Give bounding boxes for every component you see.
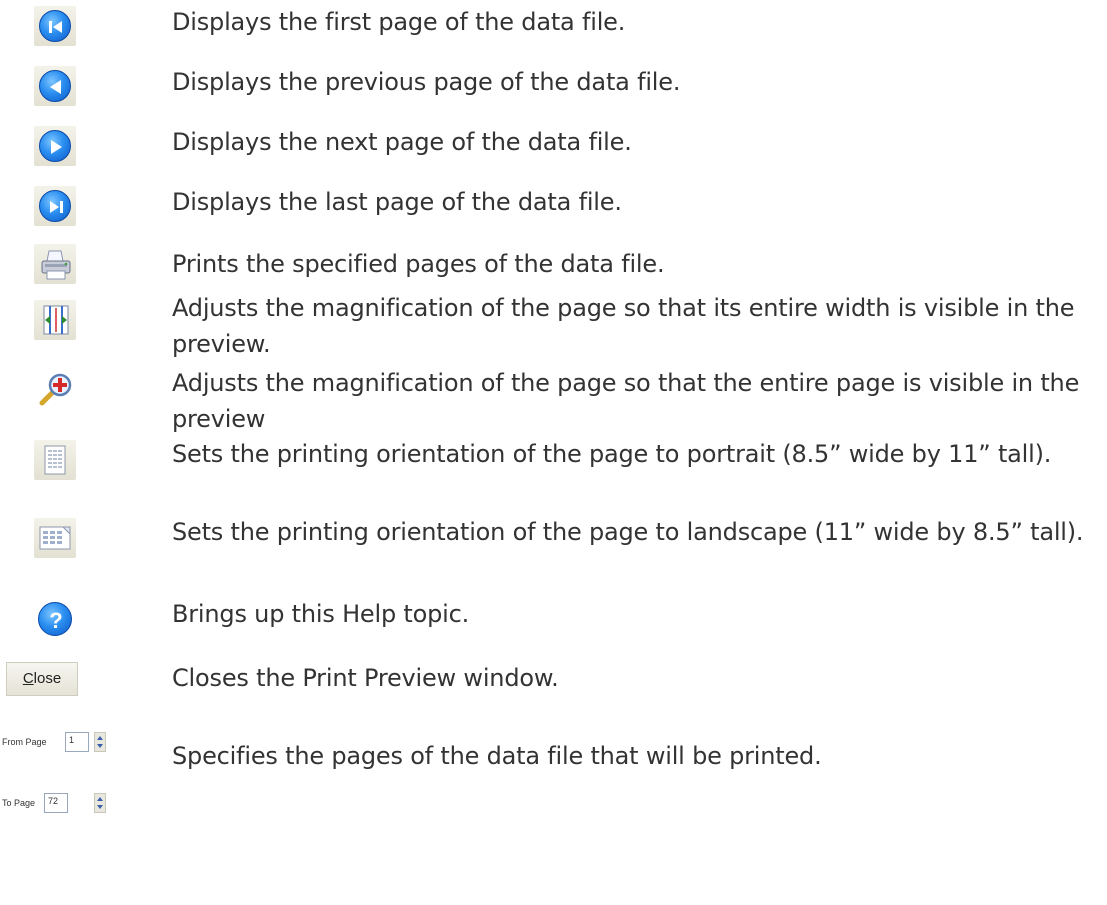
help-button[interactable]: ? — [30, 600, 92, 640]
to-page-label: To Page — [2, 798, 36, 808]
close-button[interactable]: Close — [6, 662, 78, 696]
next-page-button[interactable] — [30, 126, 92, 166]
last-page-button[interactable] — [30, 186, 92, 226]
last-page-icon — [39, 190, 71, 222]
next-page-icon — [39, 130, 71, 162]
fit-width-button[interactable] — [30, 300, 92, 340]
first-page-button[interactable] — [30, 6, 92, 46]
portrait-button[interactable] — [30, 440, 92, 480]
fit-width-icon — [43, 305, 69, 335]
to-page-spinner[interactable] — [94, 793, 106, 813]
from-page-spinner[interactable] — [94, 732, 106, 752]
print-button[interactable] — [30, 244, 92, 284]
close-button-accesskey: C — [22, 670, 34, 687]
close-button-cell: Close — [6, 662, 86, 702]
landscape-icon — [39, 526, 71, 550]
printer-icon — [41, 250, 71, 280]
spin-up-icon — [97, 797, 103, 801]
from-page-input[interactable]: 1 — [65, 732, 89, 752]
legend-description: Brings up this Help topic. — [172, 600, 470, 628]
to-page-control: To Page 72 — [0, 793, 120, 815]
fit-page-button[interactable] — [30, 371, 92, 411]
spin-down-icon — [97, 744, 103, 748]
legend-description: Specifies the pages of the data file tha… — [172, 742, 822, 770]
legend-description: Displays the first page of the data file… — [172, 8, 626, 36]
legend-description: Sets the printing orientation of the pag… — [172, 518, 1084, 546]
from-page-label: From Page — [2, 737, 47, 747]
help-icon: ? — [38, 602, 72, 636]
previous-page-icon — [39, 70, 71, 102]
from-page-control: From Page 1 — [0, 732, 120, 754]
legend-description: Adjusts the magnification of the page so… — [172, 294, 1075, 358]
legend-description: Prints the specified pages of the data f… — [172, 250, 665, 278]
close-button-label-rest: lose — [33, 670, 62, 687]
svg-text:?: ? — [49, 608, 62, 633]
zoom-fit-page-icon — [39, 373, 72, 406]
legend-description: Displays the previous page of the data f… — [172, 68, 681, 96]
previous-page-button[interactable] — [30, 66, 92, 106]
legend-description: Closes the Print Preview window. — [172, 664, 559, 692]
legend-description: Adjusts the magnification of the page so… — [172, 369, 1080, 433]
landscape-button[interactable] — [30, 518, 92, 558]
spin-up-icon — [97, 736, 103, 740]
to-page-input[interactable]: 72 — [44, 793, 68, 813]
legend-description: Displays the next page of the data file. — [172, 128, 632, 156]
first-page-icon — [39, 10, 71, 42]
legend-description: Sets the printing orientation of the pag… — [172, 440, 1052, 468]
portrait-icon — [44, 445, 66, 475]
legend-description: Displays the last page of the data file. — [172, 188, 622, 216]
spin-down-icon — [97, 805, 103, 809]
